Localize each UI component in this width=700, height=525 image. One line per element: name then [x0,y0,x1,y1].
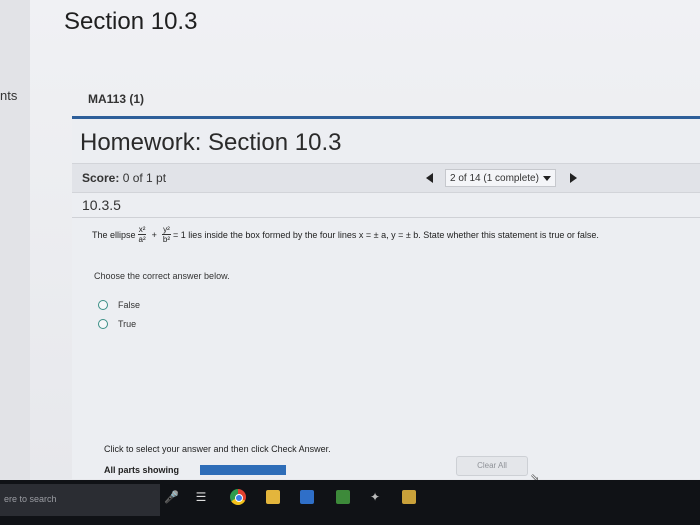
fraction-x: x² a² [137,225,147,244]
question-statement: The ellipse x² a² + y² b² = 1 lies insid… [92,225,599,244]
option-label: False [118,300,141,310]
app-icon[interactable]: ✦ [368,490,382,504]
microphone-icon[interactable]: 🎤 [164,490,179,504]
score-bar: Score: 0 of 1 pt 2 of 14 (1 complete) [72,163,700,193]
fraction-y-denominator: b² [162,235,171,244]
page-title: Homework: Section 10.3 [80,129,342,156]
folder-icon[interactable] [402,490,416,504]
mail-icon[interactable] [300,490,314,504]
chrome-icon[interactable] [230,489,246,505]
taskbar: ere to search 🎤 ☰ ✦ [0,480,700,525]
hint-text: Click to select your answer and then cli… [104,444,331,454]
score-label: Score: [82,171,120,185]
taskbar-search-box[interactable]: ere to search [0,484,160,516]
fraction-y: y² b² [162,225,171,244]
score-text: Score: 0 of 1 pt [82,171,166,185]
question-selector[interactable]: 2 of 14 (1 complete) [445,169,556,187]
task-view-icon[interactable]: ☰ [194,490,208,504]
fraction-x-denominator: a² [138,235,146,244]
radio-button[interactable] [98,319,108,329]
homework-panel: Homework: Section 10.3 Score: 0 of 1 pt … [72,116,700,484]
file-explorer-icon[interactable] [266,490,280,504]
statement-suffix: = 1 lies inside the box formed by the fo… [173,229,599,240]
statement-prefix: The ellipse [92,229,136,240]
next-question-icon[interactable] [569,173,577,183]
browser-content: Section 10.3 nts MA113 (1) Homework: Sec… [0,0,700,484]
radio-button[interactable] [98,300,108,310]
question-number: 10.3.5 [82,197,121,213]
left-sidebar-strip [0,0,30,480]
parts-showing-label: All parts showing [104,465,180,475]
left-tab-label[interactable]: nts [0,88,17,103]
previous-question-icon[interactable] [426,173,433,183]
plus-sign: + [151,229,157,240]
answer-option-true[interactable]: True [98,319,136,329]
question-selector-label: 2 of 14 (1 complete) [450,172,539,184]
instruction-text: Choose the correct answer below. [94,271,230,281]
course-label: MA113 (1) [88,92,145,106]
chevron-down-icon [542,175,551,181]
question-navigation: 2 of 14 (1 complete) [426,169,577,187]
answer-option-false[interactable]: False [98,300,140,310]
progress-fill [200,465,286,475]
search-placeholder: ere to search [4,494,57,504]
divider [72,217,700,218]
clear-all-button[interactable]: Clear All [456,456,528,476]
office-icon[interactable] [336,490,350,504]
fraction-y-numerator: y² [162,225,171,235]
progress-bar [200,465,286,475]
score-value: 0 of 1 pt [122,171,167,185]
option-label: True [118,319,137,329]
section-heading: Section 10.3 [64,8,198,35]
fraction-x-numerator: x² [137,225,147,235]
